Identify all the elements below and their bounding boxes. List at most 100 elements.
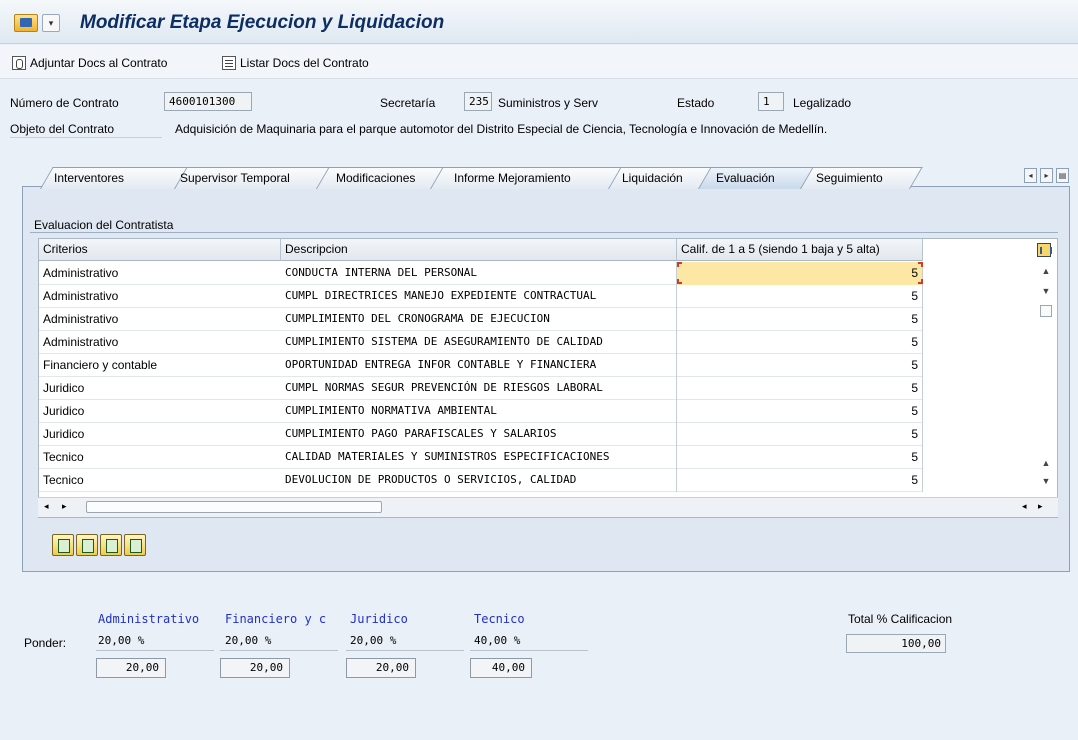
value-juridico-field[interactable]: 20,00 <box>346 658 416 678</box>
descripcion-cell: CONDUCTA INTERNA DEL PERSONAL <box>281 262 677 285</box>
tab-liquidacion[interactable]: Liquidación <box>622 171 683 185</box>
horizontal-scroll-thumb[interactable] <box>86 501 382 513</box>
tab-modificaciones[interactable]: Modificaciones <box>336 171 415 185</box>
summary-category-financiero: Financiero y c <box>225 612 327 626</box>
ponder-pct-administrativo: 20,00 % <box>98 634 145 647</box>
total-calificacion-field[interactable]: 100,00 <box>846 634 946 653</box>
scroll-left-icon[interactable]: ◂ <box>1022 501 1027 512</box>
estado-code-field[interactable]: 1 <box>758 92 784 111</box>
descripcion-cell: DEVOLUCION DE PRODUCTOS O SERVICIOS, CAL… <box>281 469 677 492</box>
page-up-icon[interactable]: ▲ <box>1040 457 1052 469</box>
criterio-cell: Administrativo <box>43 266 119 280</box>
scroll-down-icon[interactable]: ▼ <box>1040 285 1052 297</box>
criterio-cell: Tecnico <box>43 450 84 464</box>
column-header-criterios[interactable]: Criterios <box>39 239 281 261</box>
criterio-cell: Administrativo <box>43 335 119 349</box>
tab-strip: Interventores Supervisor Temporal Modifi… <box>30 167 1020 189</box>
scroll-left-icon[interactable]: ◂ <box>44 501 49 512</box>
table-row[interactable]: Juridico CUMPL NORMAS SEGUR PREVENCIÓN D… <box>39 377 923 400</box>
tab-seguimiento[interactable]: Seguimiento <box>816 171 883 185</box>
vertical-scrollbar[interactable]: ▲ ▼ ▲ ▼ <box>1035 261 1057 515</box>
table-row[interactable]: Juridico CUMPLIMIENTO NORMATIVA AMBIENTA… <box>39 400 923 423</box>
calificacion-input[interactable]: 5 <box>677 331 923 354</box>
estado-label: Estado <box>677 96 715 110</box>
criterio-cell: Financiero y contable <box>43 358 158 372</box>
scroll-thumb[interactable] <box>1040 305 1052 317</box>
criterio-cell: Tecnico <box>43 473 84 487</box>
ponder-pct-financiero: 20,00 % <box>225 634 272 647</box>
tab-list-icon[interactable]: ▤ <box>1056 168 1069 183</box>
descripcion-cell: CUMPLIMIENTO SISTEMA DE ASEGURAMIENTO DE… <box>281 331 677 354</box>
list-docs-label: Listar Docs del Contrato <box>240 56 369 70</box>
horizontal-scrollbar[interactable]: ◂ ▸ ◂ ▸ <box>38 497 1058 517</box>
summary-category-administrativo: Administrativo <box>98 612 200 626</box>
calificacion-input[interactable]: 5 <box>677 423 923 446</box>
total-label: Total % Calificacion <box>848 612 953 626</box>
secretaria-name: Suministros y Serv <box>498 96 599 110</box>
descripcion-cell: CUMPL NORMAS SEGUR PREVENCIÓN DE RIESGOS… <box>281 377 677 400</box>
criterio-cell: Juridico <box>43 381 85 395</box>
tab-interventores[interactable]: Interventores <box>54 171 124 185</box>
descripcion-cell: CUMPLIMIENTO PAGO PARAFISCALES Y SALARIO… <box>281 423 677 446</box>
descripcion-cell: CUMPLIMIENTO DEL CRONOGRAMA DE EJECUCION <box>281 308 677 331</box>
table-row[interactable]: Tecnico CALIDAD MATERIALES Y SUMINISTROS… <box>39 446 923 469</box>
ponder-pct-tecnico: 40,00 % <box>474 634 521 647</box>
column-header-descripcion[interactable]: Descripcion <box>281 239 677 261</box>
document-list-icon <box>222 56 236 70</box>
scroll-right-icon[interactable]: ▸ <box>62 501 67 512</box>
tab-scroll-right-icon[interactable]: ▸ <box>1040 168 1053 183</box>
calificacion-input[interactable]: 5 <box>677 400 923 423</box>
sort-down-button[interactable] <box>100 534 122 556</box>
criterio-cell: Administrativo <box>43 289 119 303</box>
window-title: Modificar Etapa Ejecucion y Liquidacion <box>80 12 445 33</box>
application-toolbar: Adjuntar Docs al Contrato Listar Docs de… <box>0 45 1078 79</box>
title-menu-dropdown[interactable]: ▾ <box>42 14 60 32</box>
descripcion-cell: CUMPLIMIENTO NORMATIVA AMBIENTAL <box>281 400 677 423</box>
calificacion-input[interactable]: 5 <box>677 308 923 331</box>
title-bar: ▾ Modificar Etapa Ejecucion y Liquidacio… <box>0 0 1078 44</box>
secretaria-code-field[interactable]: 235 <box>464 92 492 111</box>
attach-docs-label: Adjuntar Docs al Contrato <box>30 56 168 70</box>
value-administrativo-field[interactable]: 20,00 <box>96 658 166 678</box>
table-row[interactable]: Administrativo CUMPL DIRECTRICES MANEJO … <box>39 285 923 308</box>
page-down-icon[interactable]: ▼ <box>1040 475 1052 487</box>
calificacion-input[interactable]: 5 <box>677 446 923 469</box>
scroll-right-icon[interactable]: ▸ <box>1038 501 1043 512</box>
calificacion-input[interactable]: 5 <box>677 262 923 285</box>
table-row[interactable]: Administrativo CUMPLIMIENTO DEL CRONOGRA… <box>39 308 923 331</box>
value-tecnico-field[interactable]: 40,00 <box>470 658 532 678</box>
ponder-label: Ponder: <box>24 636 67 650</box>
contract-number-field[interactable]: 4600101300 <box>164 92 252 111</box>
tab-informe-mejoramiento[interactable]: Informe Mejoramiento <box>454 171 571 185</box>
table-header: Criterios Descripcion Calif. de 1 a 5 (s… <box>39 239 923 261</box>
summary-category-juridico: Juridico <box>350 612 408 626</box>
calificacion-input[interactable]: 5 <box>677 469 923 492</box>
objeto-label: Objeto del Contrato <box>10 122 162 138</box>
tab-supervisor-temporal[interactable]: Supervisor Temporal <box>180 171 290 185</box>
scroll-up-icon[interactable]: ▲ <box>1040 265 1052 277</box>
sap-transaction-icon[interactable] <box>14 14 38 32</box>
calificacion-input[interactable]: 5 <box>677 285 923 308</box>
attach-docs-button[interactable]: Adjuntar Docs al Contrato <box>12 54 167 72</box>
descripcion-cell: CUMPL DIRECTRICES MANEJO EXPEDIENTE CONT… <box>281 285 677 308</box>
value-financiero-field[interactable]: 20,00 <box>220 658 290 678</box>
evaluation-table: Criterios Descripcion Calif. de 1 a 5 (s… <box>38 238 1058 518</box>
sort-ascending-button[interactable] <box>52 534 74 556</box>
sort-descending-button[interactable] <box>124 534 146 556</box>
column-header-calificacion[interactable]: Calif. de 1 a 5 (siendo 1 baja y 5 alta) <box>677 239 923 261</box>
sort-up-button[interactable] <box>76 534 98 556</box>
table-row[interactable]: Administrativo CONDUCTA INTERNA DEL PERS… <box>39 262 923 285</box>
tab-scroll-left-icon[interactable]: ◂ <box>1024 168 1037 183</box>
table-layout-icon[interactable] <box>1037 243 1052 257</box>
tab-evaluacion[interactable]: Evaluación <box>716 171 775 185</box>
table-row[interactable]: Juridico CUMPLIMIENTO PAGO PARAFISCALES … <box>39 423 923 446</box>
list-docs-button[interactable]: Listar Docs del Contrato <box>222 54 369 72</box>
criterio-cell: Administrativo <box>43 312 119 326</box>
calificacion-input[interactable]: 5 <box>677 354 923 377</box>
secretaria-label: Secretaría <box>380 96 436 110</box>
table-row[interactable]: Administrativo CUMPLIMIENTO SISTEMA DE A… <box>39 331 923 354</box>
calificacion-input[interactable]: 5 <box>677 377 923 400</box>
descripcion-cell: OPORTUNIDAD ENTREGA INFOR CONTABLE Y FIN… <box>281 354 677 377</box>
table-row[interactable]: Tecnico DEVOLUCION DE PRODUCTOS O SERVIC… <box>39 469 923 492</box>
table-row[interactable]: Financiero y contable OPORTUNIDAD ENTREG… <box>39 354 923 377</box>
